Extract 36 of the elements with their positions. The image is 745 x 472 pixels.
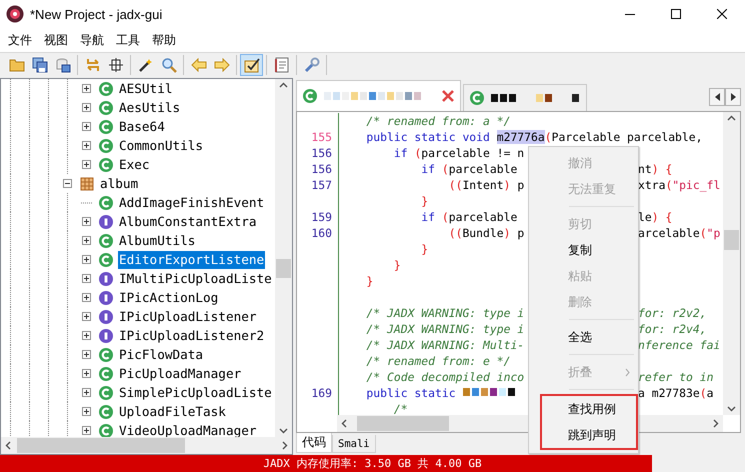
window-title: *New Project - jadx-gui	[30, 6, 164, 22]
line-number: 160	[311, 226, 332, 240]
code-line: /* JADX WARNING: Multi-	[365, 338, 524, 352]
code-line: ((Bundle) p	[448, 226, 524, 240]
line-number: 169	[311, 386, 332, 400]
code-line: public static	[365, 386, 457, 400]
code-line: nt) {	[638, 162, 672, 176]
line-number: 156	[311, 146, 332, 160]
memory-usage-text: JADX 内存使用率: 3.50 GB 共 4.00 GB	[263, 456, 482, 471]
code-line: /* JADX WARNING: type i	[365, 306, 524, 320]
code-line: /* renamed from: a */	[365, 114, 510, 128]
code-line: ((Intent) p	[448, 178, 524, 192]
code-line: }	[420, 242, 428, 256]
code-line: /* renamed from: e */	[365, 354, 510, 368]
code-line: }	[365, 274, 374, 288]
line-number: 155	[311, 130, 332, 144]
line-number: 159	[311, 210, 332, 224]
code-line: if (parcelable != n	[392, 146, 524, 160]
code-line: if (parcelable	[420, 210, 518, 224]
code-line: arcelable("p	[638, 226, 720, 240]
code-line: if (parcelable	[420, 162, 518, 176]
code-line: }	[420, 194, 428, 208]
code-line: /*	[392, 402, 408, 415]
code-line: public static void m27776a(Parcelable parcelable,	[365, 130, 704, 144]
code-line: }	[392, 258, 401, 272]
line-number: 157	[311, 178, 332, 192]
code-line: for: r2v2,	[638, 306, 707, 320]
code-line: /* Code decompiled inco	[365, 370, 524, 384]
code-line: le) {	[638, 210, 672, 224]
code-line: nference fai	[638, 338, 720, 352]
code-line: /* JADX WARNING: type i	[365, 322, 524, 336]
code-line: xtra("pic_fl	[638, 178, 720, 192]
code-line: for: r2v4,	[638, 322, 707, 336]
line-number: 156	[311, 162, 332, 176]
code-line: a m27783e(a	[638, 386, 714, 400]
code-line: refer to in	[638, 370, 714, 384]
